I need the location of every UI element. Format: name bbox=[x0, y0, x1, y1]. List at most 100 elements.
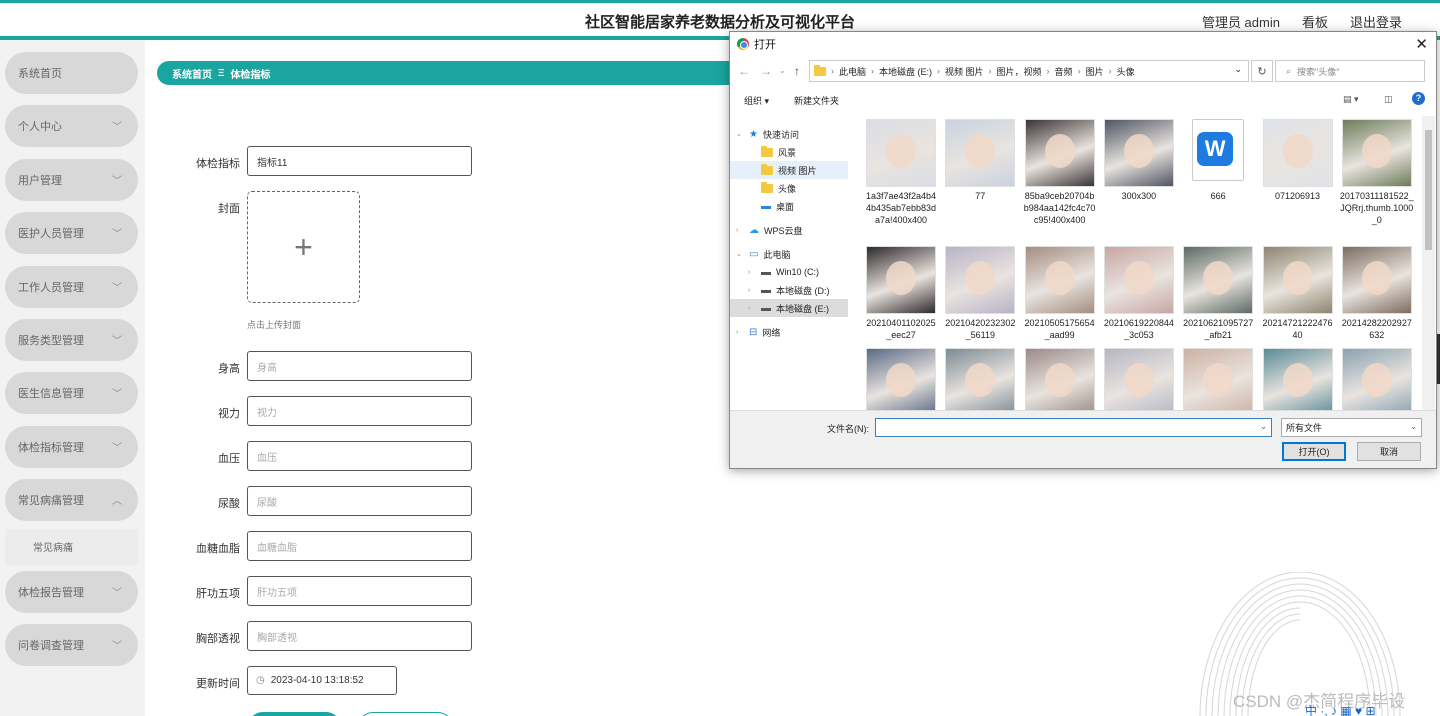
tree-node[interactable]: ⌄ ★ 快速访问 bbox=[730, 125, 848, 143]
tree-node[interactable]: 风景 bbox=[730, 143, 848, 161]
sidebar-item[interactable]: 服务类型管理 ﹀ bbox=[5, 319, 138, 361]
file-item[interactable]: 20210401102025_eec27 bbox=[864, 246, 938, 341]
file-item[interactable] bbox=[1181, 348, 1255, 410]
filetype-select[interactable]: 所有文件 ⌄ bbox=[1281, 418, 1422, 437]
breadcrumb-home[interactable]: 系统首页 bbox=[172, 66, 212, 81]
sidebar-item[interactable]: 系统首页 bbox=[5, 52, 138, 94]
sidebar-item[interactable]: 体检指标管理 ﹀ bbox=[5, 425, 138, 468]
tree-node[interactable]: › ⊟ 网络 bbox=[730, 323, 848, 341]
up-arrow-icon[interactable]: ↑ bbox=[794, 64, 800, 78]
filename-input[interactable]: ⌄ bbox=[875, 418, 1272, 437]
file-item[interactable]: 20210619220844_3c053 bbox=[1102, 246, 1176, 341]
tree-node[interactable]: › ▬ 本地磁盘 (E:) bbox=[730, 299, 848, 317]
organize-button[interactable]: 组织 ▾ bbox=[744, 94, 769, 107]
path-segment[interactable]: 本地磁盘 (E:) bbox=[879, 65, 932, 78]
refresh-icon[interactable]: ↻ bbox=[1251, 60, 1273, 82]
file-item[interactable]: 20170311181522_JQRrj.thumb.1000_0 bbox=[1340, 119, 1414, 226]
file-item[interactable]: 20210420232302_56119 bbox=[943, 246, 1017, 341]
tree-node-label: 头像 bbox=[778, 183, 797, 194]
tree-node[interactable]: 头像 bbox=[730, 179, 848, 197]
tree-node[interactable]: › ▬ 本地磁盘 (D:) bbox=[730, 281, 848, 299]
dialog-titlebar[interactable]: 打开 bbox=[730, 32, 1436, 56]
path-segment[interactable]: 视频 图片 bbox=[945, 65, 984, 78]
new-folder-button[interactable]: 新建文件夹 bbox=[794, 94, 839, 107]
file-item[interactable]: 300x300 bbox=[1102, 119, 1176, 202]
expand-right-icon[interactable]: › bbox=[748, 269, 756, 276]
board-link[interactable]: 看板 bbox=[1302, 12, 1328, 31]
tree-node[interactable]: › ☁ WPS云盘 bbox=[730, 221, 848, 239]
address-bar[interactable]: › 此电脑 › 本地磁盘 (E:) › 视频 图片 › 图片，视频 › 音频 › 图片 › 头像 ⌄ bbox=[809, 60, 1249, 82]
file-item[interactable] bbox=[1102, 348, 1176, 410]
file-item[interactable]: W 666 bbox=[1181, 119, 1255, 202]
file-item[interactable]: 85ba9ceb20704bb984aa142fc4c70c95!400x400 bbox=[1023, 119, 1097, 226]
scrollbar-thumb[interactable] bbox=[1425, 130, 1432, 250]
ime-tray[interactable]: 中 ·, ♪ ▦ ♥ ⊞ bbox=[1305, 702, 1376, 716]
field-input[interactable]: 胸部透视 bbox=[247, 621, 472, 651]
file-grid-scrollbar[interactable] bbox=[1422, 116, 1435, 410]
file-item[interactable]: 1a3f7ae43f2a4b44b435ab7ebb83da7a!400x400 bbox=[864, 119, 938, 226]
tree-node[interactable]: ⌄ ▭ 此电脑 bbox=[730, 245, 848, 263]
expand-right-icon[interactable]: › bbox=[736, 329, 744, 336]
open-button[interactable]: 打开(O) bbox=[1282, 442, 1346, 461]
submit-button[interactable] bbox=[248, 712, 341, 716]
field-input[interactable]: 尿酸 bbox=[247, 486, 472, 516]
file-item[interactable] bbox=[943, 348, 1017, 410]
tree-node[interactable]: 视频 图片 bbox=[730, 161, 848, 179]
address-dropdown-icon[interactable]: ⌄ bbox=[1234, 64, 1242, 75]
recent-dropdown-icon[interactable]: ⌄ bbox=[779, 66, 786, 75]
file-item[interactable]: 20210505175654_aad99 bbox=[1023, 246, 1097, 341]
sidebar-item[interactable]: 工作人员管理 ﹀ bbox=[5, 265, 138, 308]
file-item[interactable]: 20210621095727_afb21 bbox=[1181, 246, 1255, 341]
field-input[interactable]: 肝功五项 bbox=[247, 576, 472, 606]
file-item[interactable] bbox=[1023, 348, 1097, 410]
sidebar-item[interactable]: 医护人员管理 ﹀ bbox=[5, 212, 138, 255]
close-icon[interactable]: ✕ bbox=[1415, 35, 1428, 53]
chevron-down-icon[interactable]: ⌄ bbox=[1260, 422, 1267, 431]
tree-node[interactable]: › ▬ Win10 (C:) bbox=[730, 263, 848, 281]
path-segment[interactable]: 图片，视频 bbox=[997, 65, 1042, 78]
cover-upload[interactable]: + bbox=[247, 191, 360, 303]
view-options-icon[interactable]: ▤ ▾ bbox=[1343, 94, 1359, 105]
path-segment[interactable]: 音频 bbox=[1055, 65, 1073, 78]
dialog-cancel-button[interactable]: 取消 bbox=[1357, 442, 1421, 461]
back-arrow-icon[interactable]: ← bbox=[738, 64, 750, 78]
sidebar-item[interactable]: 问卷调查管理 ﹀ bbox=[5, 624, 138, 666]
expand-right-icon[interactable]: › bbox=[736, 227, 744, 234]
search-box[interactable]: ⌕ 搜索"头像" bbox=[1275, 60, 1425, 82]
indicator-input[interactable]: 指标11 bbox=[247, 146, 472, 176]
cancel-button[interactable] bbox=[358, 712, 453, 716]
expand-down-icon[interactable]: ⌄ bbox=[736, 130, 744, 138]
sidebar-item[interactable]: 体检报告管理 ﹀ bbox=[5, 570, 138, 613]
expand-down-icon[interactable]: ⌄ bbox=[736, 250, 744, 258]
field-input[interactable]: 视力 bbox=[247, 396, 472, 426]
help-icon[interactable]: ? bbox=[1412, 92, 1425, 105]
sidebar-item[interactable]: 用户管理 ﹀ bbox=[5, 158, 138, 201]
admin-user-link[interactable]: 管理员 admin bbox=[1202, 12, 1280, 31]
tree-node[interactable]: ▬ 桌面 bbox=[730, 197, 848, 215]
file-item[interactable] bbox=[864, 348, 938, 410]
file-item[interactable] bbox=[1340, 348, 1414, 410]
update-time-input[interactable]: ◷ 2023-04-10 13:18:52 bbox=[247, 666, 397, 695]
tree-node-label: 快速访问 bbox=[762, 129, 799, 140]
file-item[interactable]: 071206913 bbox=[1261, 119, 1335, 202]
expand-right-icon[interactable]: › bbox=[748, 305, 756, 312]
file-item[interactable]: 20214282202927632 bbox=[1340, 246, 1414, 341]
preview-pane-icon[interactable]: ◫ bbox=[1384, 94, 1393, 105]
file-item[interactable]: 77 bbox=[943, 119, 1017, 202]
logout-link[interactable]: 退出登录 bbox=[1350, 12, 1402, 31]
sidebar-subitem[interactable]: 常见病痛 bbox=[5, 528, 138, 565]
file-item[interactable]: 2021472122247640 bbox=[1261, 246, 1335, 341]
path-segment[interactable]: 头像 bbox=[1117, 65, 1135, 78]
sidebar-item[interactable]: 常见病痛管理 ︿ bbox=[5, 479, 138, 522]
field-input[interactable]: 身高 bbox=[247, 351, 472, 381]
sidebar-item[interactable]: 个人中心 ﹀ bbox=[5, 105, 138, 148]
field-input[interactable]: 血糖血脂 bbox=[247, 531, 472, 561]
forward-arrow-icon[interactable]: → bbox=[760, 64, 772, 78]
sidebar-item[interactable]: 医生信息管理 ﹀ bbox=[5, 372, 138, 415]
expand-right-icon[interactable]: › bbox=[748, 287, 756, 294]
file-item[interactable] bbox=[1261, 348, 1335, 410]
path-segment[interactable]: 图片 bbox=[1086, 65, 1104, 78]
field-input[interactable]: 血压 bbox=[247, 441, 472, 471]
field-label: 血糖血脂 bbox=[196, 543, 240, 555]
path-segment[interactable]: 此电脑 bbox=[839, 65, 866, 78]
